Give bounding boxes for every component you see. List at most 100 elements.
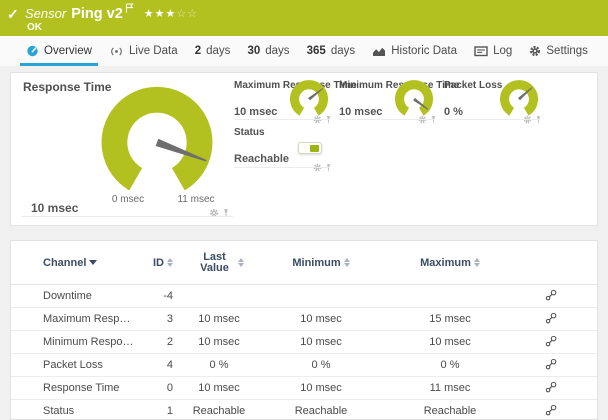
gear-icon[interactable]	[418, 111, 427, 129]
sensor-header-bar: ✓ Sensor Ping v2 ★★★☆☆ OK	[0, 0, 608, 36]
pin-icon[interactable]	[430, 111, 437, 129]
gauge-scale-max: 11 msec	[177, 194, 215, 205]
channels-table-panel: Channel ID Last Value Minimum Maximum Do…	[10, 240, 598, 420]
column-header-maximum-label: Maximum	[420, 256, 471, 269]
channel-last-value: 0 %	[209, 359, 229, 371]
tab-overview[interactable]: Overview	[20, 36, 98, 66]
column-header-id-label: ID	[153, 256, 164, 269]
channel-id: 4	[166, 359, 173, 371]
channel-settings-wrench-icon[interactable]	[545, 404, 557, 419]
channel-minimum: 10 msec	[300, 382, 342, 394]
pin-icon[interactable]	[325, 159, 332, 177]
tile-title: Packet Loss	[444, 80, 503, 91]
live-data-icon	[109, 46, 124, 57]
tile-actions	[313, 111, 332, 129]
tab-live-data[interactable]: Live Data	[103, 36, 184, 66]
response-time-title: Response Time	[23, 80, 112, 94]
status-toggle-indicator	[298, 142, 322, 154]
column-header-minimum-label: Minimum	[292, 256, 341, 269]
channel-name[interactable]: Response Time	[43, 382, 141, 394]
channel-maximum: 11 msec	[429, 382, 471, 394]
column-header-maximum[interactable]: Maximum	[377, 257, 523, 269]
tile-value: 10 msec	[339, 106, 383, 118]
tab-2-days-num: 2	[194, 45, 202, 57]
tile-value: 10 msec	[234, 106, 278, 118]
channel-name[interactable]: Downtime	[43, 290, 141, 302]
pin-icon[interactable]	[222, 205, 230, 223]
status-tile-title: Status	[234, 127, 265, 138]
channel-id: 3	[166, 313, 173, 325]
sort-icon	[237, 258, 244, 267]
channel-settings-wrench-icon[interactable]	[545, 358, 557, 373]
tile-minimum-response-time: Minimum Response Time 10 msec	[339, 73, 459, 227]
log-icon	[474, 45, 488, 57]
channel-id: 1	[166, 405, 173, 417]
channel-minimum: 10 msec	[300, 313, 342, 325]
channel-maximum: 10 msec	[429, 336, 471, 348]
tab-30-days[interactable]: 30 days	[241, 36, 295, 66]
table-row-minimum-response-time[interactable]: Minimum Response Time 2 10 msec 10 msec …	[11, 331, 597, 354]
tile-separator	[339, 119, 435, 120]
sensor-kind-label: Sensor	[25, 6, 67, 21]
stars-empty: ☆☆	[176, 8, 199, 20]
table-row-response-time[interactable]: Response Time 0 10 msec 10 msec 11 msec	[11, 377, 597, 400]
column-header-id[interactable]: ID	[141, 257, 173, 269]
sort-desc-icon	[89, 260, 98, 265]
tile-separator	[21, 216, 233, 217]
tile-separator	[444, 119, 540, 120]
tab-365-days[interactable]: 365 days	[301, 36, 361, 66]
tab-2-days[interactable]: 2 days	[189, 36, 237, 66]
channel-minimum: 10 msec	[300, 336, 342, 348]
channel-maximum: 0 %	[440, 359, 460, 371]
channel-last-value: 10 msec	[198, 382, 240, 394]
status-toggle-knob	[310, 144, 319, 152]
channel-settings-wrench-icon[interactable]	[545, 335, 557, 350]
tab-live-data-label: Live Data	[129, 45, 178, 57]
channel-name[interactable]: Minimum Response Time	[43, 336, 141, 348]
gear-icon[interactable]	[313, 159, 322, 177]
pin-icon[interactable]	[325, 111, 332, 129]
tab-settings-label: Settings	[546, 45, 588, 57]
tab-365-days-num: 365	[306, 45, 326, 57]
column-header-last-value[interactable]: Last Value	[173, 251, 265, 274]
gear-icon	[529, 45, 541, 57]
sensor-name[interactable]: Ping v2	[71, 6, 123, 22]
tile-actions	[418, 111, 437, 129]
channel-name[interactable]: Status	[43, 405, 141, 417]
channel-settings-wrench-icon[interactable]	[545, 289, 557, 304]
column-header-minimum[interactable]: Minimum	[265, 257, 377, 269]
channel-name[interactable]: Packet Loss	[43, 359, 141, 371]
priority-stars[interactable]: ★★★☆☆	[144, 8, 198, 20]
flag-icon[interactable]	[125, 0, 134, 18]
channel-name[interactable]: Maximum Response Ti...	[43, 313, 141, 325]
table-row-status[interactable]: Status 1 Reachable Reachable Reachable	[11, 400, 597, 420]
pin-icon[interactable]	[535, 111, 542, 129]
chart-icon	[372, 46, 386, 57]
sort-icon	[473, 258, 480, 267]
tab-settings[interactable]: Settings	[523, 36, 594, 66]
channel-minimum: Reachable	[294, 405, 348, 417]
channel-last-value: 10 msec	[198, 336, 240, 348]
tile-actions	[523, 111, 542, 129]
tile-actions	[313, 159, 332, 177]
column-header-channel-label: Channel	[43, 256, 87, 269]
response-time-gauge	[101, 86, 213, 191]
tab-historic-data[interactable]: Historic Data	[366, 36, 463, 66]
gear-icon[interactable]	[209, 205, 219, 223]
status-tile-value: Reachable	[234, 153, 290, 165]
column-header-channel[interactable]: Channel	[43, 257, 141, 269]
sensor-title: Sensor Ping v2 ★★★☆☆	[25, 3, 198, 23]
table-row-downtime[interactable]: Downtime -4	[11, 285, 597, 308]
gear-icon[interactable]	[313, 111, 322, 129]
channel-minimum: 0 %	[311, 359, 331, 371]
channel-id: 0	[166, 382, 173, 394]
gauge-scale-min: 0 msec	[111, 194, 145, 205]
table-row-packet-loss[interactable]: Packet Loss 4 0 % 0 % 0 %	[11, 354, 597, 377]
channel-settings-wrench-icon[interactable]	[545, 312, 557, 327]
table-row-maximum-response-time[interactable]: Maximum Response Ti... 3 10 msec 10 msec…	[11, 308, 597, 331]
channel-settings-wrench-icon[interactable]	[545, 381, 557, 396]
tab-log[interactable]: Log	[468, 36, 518, 66]
table-header-row: Channel ID Last Value Minimum Maximum	[11, 241, 597, 285]
tab-bar: Overview Live Data 2 days 30 days 365 da…	[0, 36, 608, 66]
gear-icon[interactable]	[523, 111, 532, 129]
